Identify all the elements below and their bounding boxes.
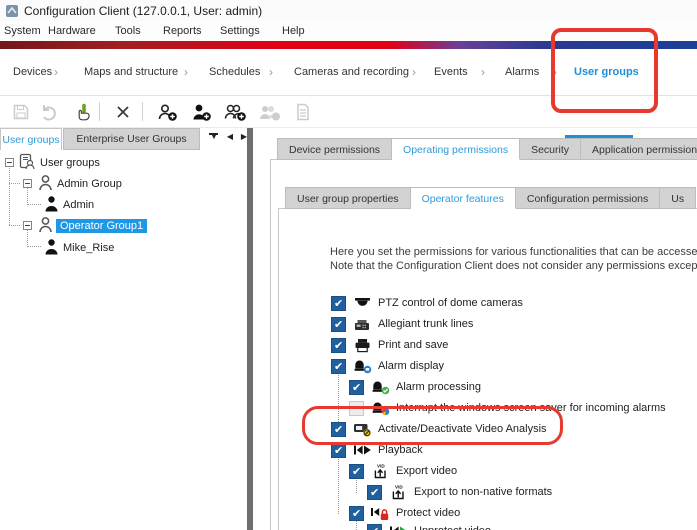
operator-features-tab-strip: User group properties Operator features … — [285, 187, 697, 209]
checkbox[interactable] — [367, 523, 382, 530]
tree-row-mike-rise[interactable]: Mike_Rise — [0, 237, 114, 258]
permissions-tab-strip: Device permissions Operating permissions… — [277, 138, 697, 160]
tab-security[interactable]: Security — [520, 138, 582, 160]
left-tab-enterprise-user-groups[interactable]: Enterprise User Groups — [63, 128, 200, 150]
group-icon — [38, 174, 53, 194]
alarm-processing-icon — [369, 379, 391, 395]
alarm-display-icon — [351, 358, 373, 374]
nav-tab-devices[interactable]: Devices — [13, 66, 52, 78]
description-line-2: Note that the Configuration Client does … — [330, 260, 697, 272]
chevron-icon: › — [481, 65, 485, 79]
menu-system[interactable]: System — [4, 25, 41, 37]
nav-tab-alarms[interactable]: Alarms — [505, 66, 539, 78]
trunk-lines-icon — [351, 317, 373, 332]
permission-row: PTZ control of dome cameras — [331, 293, 523, 313]
tab-configuration-permissions[interactable]: Configuration permissions — [515, 187, 661, 209]
checkbox[interactable] — [349, 505, 364, 521]
checkbox[interactable] — [331, 316, 346, 332]
activate-configuration-icon[interactable] — [70, 100, 96, 124]
tree-label[interactable]: Admin Group — [57, 178, 122, 190]
checkbox[interactable] — [331, 358, 346, 374]
svg-text:VID: VID — [395, 484, 403, 489]
tree-label[interactable]: Admin — [63, 199, 94, 211]
tab-user-interface[interactable]: Us — [660, 187, 697, 209]
collapse-icon[interactable] — [5, 158, 14, 167]
protect-video-icon — [369, 505, 391, 521]
export-video-icon: VID — [387, 484, 409, 501]
permission-row: Protect video — [349, 503, 460, 523]
checkbox[interactable] — [349, 379, 364, 395]
tab-operating-permissions[interactable]: Operating permissions — [392, 138, 521, 160]
menu-hardware[interactable]: Hardware — [48, 25, 96, 37]
menu-reports[interactable]: Reports — [163, 25, 202, 37]
title-bar: Configuration Client (127.0.0.1, User: a… — [0, 0, 697, 22]
nav-tab-events[interactable]: Events — [434, 66, 468, 78]
pin-tab-bar-icon — [209, 133, 218, 135]
tab-operator-features[interactable]: Operator features — [410, 187, 516, 209]
checkbox[interactable] — [367, 484, 382, 500]
permission-row: VID Export to non-native formats — [367, 482, 552, 502]
printer-icon — [351, 338, 373, 353]
tab-application-permissions[interactable]: Application permissions — [581, 138, 697, 160]
nav-tab-maps-and-structure[interactable]: Maps and structure — [84, 66, 178, 78]
tree-row-user-groups[interactable]: User groups — [0, 152, 100, 173]
permission-row: Alarm processing — [349, 377, 481, 397]
menu-tools[interactable]: Tools — [115, 25, 141, 37]
copy-permissions-icon — [290, 100, 316, 124]
app-icon — [5, 4, 19, 23]
dual-authorization-disabled-icon — [256, 100, 282, 124]
toolbar-separator — [99, 102, 100, 121]
collapse-icon[interactable] — [23, 221, 32, 230]
annotation-rect-video-analysis — [302, 406, 563, 445]
configuration-client-window: Configuration Client (127.0.0.1, User: a… — [0, 0, 697, 530]
new-dual-authorization-group-icon[interactable] — [222, 100, 248, 124]
panel-splitter[interactable] — [247, 128, 253, 530]
tree-label-selected[interactable]: Operator Group1 — [56, 218, 148, 233]
user-groups-root-icon — [19, 153, 36, 173]
permission-row: Alarm display — [331, 356, 444, 376]
checkbox[interactable] — [331, 295, 346, 311]
permission-row: Allegiant trunk lines — [331, 314, 473, 334]
chevron-icon: › — [412, 65, 416, 79]
new-user-group-icon[interactable] — [154, 100, 180, 124]
tab-user-group-properties[interactable]: User group properties — [285, 187, 411, 209]
nav-tab-cameras-and-recording[interactable]: Cameras and recording — [294, 66, 409, 78]
tree-label[interactable]: Mike_Rise — [63, 242, 114, 254]
undo-icon[interactable] — [36, 100, 62, 124]
unprotect-video-icon — [387, 523, 409, 530]
menu-help[interactable]: Help — [282, 25, 305, 37]
permission-row: Unprotect video — [367, 521, 491, 530]
group-icon — [38, 216, 53, 236]
toolbar-separator — [142, 102, 143, 121]
tree-row-admin[interactable]: Admin — [0, 194, 94, 215]
annotation-rect-user-groups — [551, 28, 658, 113]
checkbox[interactable] — [349, 463, 364, 479]
chevron-icon: › — [184, 65, 188, 79]
scroll-tabs-left-icon[interactable]: ◀ — [224, 132, 236, 141]
dome-camera-icon — [351, 296, 373, 311]
left-tab-user-groups[interactable]: User groups — [0, 128, 62, 150]
checkbox[interactable] — [331, 337, 346, 353]
window-title: Configuration Client (127.0.0.1, User: a… — [24, 4, 263, 18]
chevron-icon: › — [54, 65, 58, 79]
chevron-icon: › — [269, 65, 273, 79]
save-icon[interactable] — [8, 100, 34, 124]
nav-tab-schedules[interactable]: Schedules — [209, 66, 260, 78]
tab-device-permissions[interactable]: Device permissions — [277, 138, 393, 160]
delete-icon[interactable] — [110, 100, 136, 124]
user-icon — [44, 195, 59, 215]
permission-row: Print and save — [331, 335, 448, 355]
export-video-icon: VID — [369, 463, 391, 480]
permission-row: VID Export video — [349, 461, 457, 481]
tree-connector — [338, 456, 339, 514]
description-line-1: Here you set the permissions for various… — [330, 246, 697, 258]
new-user-icon[interactable] — [188, 100, 214, 124]
menu-settings[interactable]: Settings — [220, 25, 260, 37]
user-icon — [44, 238, 59, 258]
svg-text:VID: VID — [377, 463, 385, 468]
collapse-icon[interactable] — [23, 179, 32, 188]
tree-label[interactable]: User groups — [40, 157, 100, 169]
tree-row-operator-group1[interactable]: Operator Group1 — [0, 215, 148, 236]
tree-row-admin-group[interactable]: Admin Group — [0, 173, 122, 194]
